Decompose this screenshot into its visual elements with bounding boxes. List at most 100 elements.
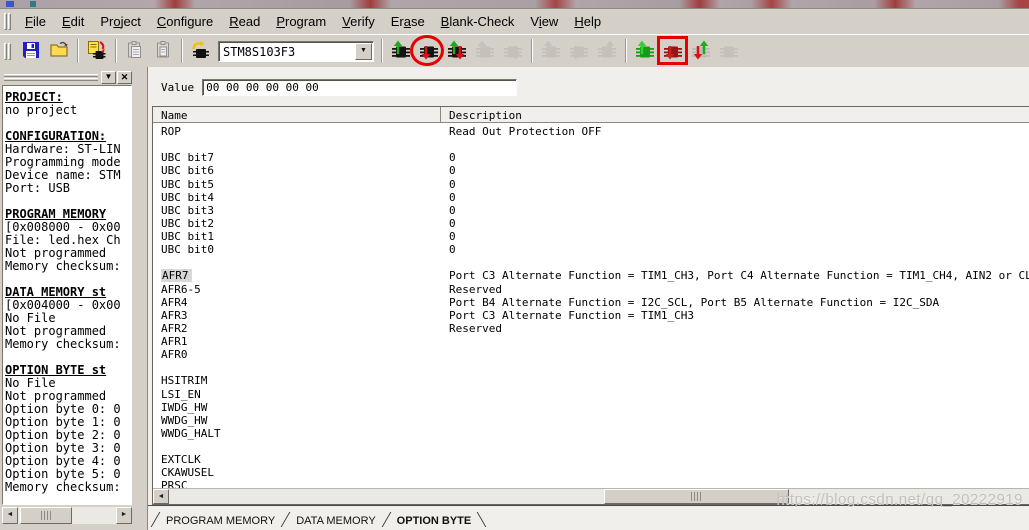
row-name: AFR3 (161, 308, 188, 322)
read-all-tabs-icon (541, 40, 561, 63)
workspace: ▼ ✕ PROJECT: no project CONFIGURATION: Hard… (0, 67, 1029, 530)
table-row[interactable]: UBC bit6 0 (153, 164, 1029, 177)
pane-menu-button[interactable]: ▼ (101, 70, 116, 84)
open-button[interactable] (46, 38, 72, 64)
sidebar-horizontal-scrollbar[interactable]: ◄ ► (2, 507, 132, 524)
read-all-tabs-button (538, 38, 564, 64)
option-byte-rows: ROP Read Out Protection OFF UBC bit7 0 UBC b… (153, 123, 1029, 488)
table-row[interactable]: CKAWUSEL (153, 466, 1029, 479)
row-name: IWDG_HW (161, 400, 208, 414)
row-name-cell: UBC bit5 (153, 178, 441, 191)
table-row[interactable]: UBC bit2 0 (153, 217, 1029, 230)
menu-read[interactable]: Read (221, 11, 268, 32)
row-name: UBC bit3 (161, 203, 214, 217)
table-row[interactable]: UBC bit5 0 (153, 178, 1029, 191)
tab-data-memory[interactable]: DATA MEMORY (290, 514, 381, 527)
save-button[interactable] (18, 38, 44, 64)
verify-current-tab-button[interactable] (444, 38, 470, 64)
row-name: HSITRIM (161, 374, 208, 388)
table-row[interactable]: AFR6-5 Reserved (153, 283, 1029, 296)
program-current-tab-button[interactable] (410, 35, 444, 66)
scroll-right-arrow[interactable]: ► (116, 507, 132, 524)
stvp-app-window: File Edit Project Configure Read Program Verif… (0, 0, 1029, 530)
read-current-tab-button[interactable] (388, 38, 414, 64)
pane-close-button[interactable]: ✕ (117, 70, 132, 84)
table-row[interactable]: ROP Read Out Protection OFF (153, 125, 1029, 138)
table-row[interactable]: AFR2 Reserved (153, 322, 1029, 335)
menu-file[interactable]: File (17, 11, 54, 32)
table-row[interactable]: UBC bit7 0 (153, 151, 1029, 164)
row-name: AFR0 (161, 348, 188, 362)
menu-help[interactable]: Help (566, 11, 609, 32)
table-row[interactable]: UBC bit0 0 (153, 243, 1029, 256)
pane-grip-handle[interactable] (2, 73, 100, 82)
column-header-description[interactable]: Description (441, 107, 1029, 122)
table-row[interactable]: AFR4 Port B4 Alternate Function = I2C_SCL… (153, 296, 1029, 309)
row-name: AFR1 (161, 335, 188, 348)
table-row[interactable]: UBC bit3 0 (153, 204, 1029, 217)
table-row[interactable]: AFR0 (153, 348, 1029, 361)
row-name-cell: WWDG_HW (153, 414, 441, 427)
table-row[interactable]: AFR7 Port C3 Alternate Function = TIM1_CH… (153, 269, 1029, 283)
table-row[interactable]: UBC bit1 0 (153, 230, 1029, 243)
table-row[interactable]: UBC bit4 0 (153, 191, 1029, 204)
table-row[interactable]: LSI_EN (153, 388, 1029, 401)
option-byte-view: Value Name Description ROP Read Out Prote… (147, 67, 1029, 530)
column-header-name[interactable]: Name (153, 107, 441, 122)
table-row[interactable]: PRSC (153, 479, 1029, 488)
value-label: Value (161, 81, 195, 94)
table-row[interactable]: IWDG_HW (153, 401, 1029, 414)
table-row (153, 138, 1029, 151)
menu-configure[interactable]: Configure (149, 11, 221, 32)
combo-dropdown-button[interactable]: ▼ (355, 42, 372, 60)
value-input[interactable] (202, 79, 518, 96)
table-row[interactable]: WWDG_HW (153, 414, 1029, 427)
section-line: no project (5, 103, 78, 117)
program-verify-button[interactable] (688, 38, 714, 64)
read-current-tab-icon (391, 40, 411, 63)
row-description (441, 348, 1029, 361)
table-row[interactable]: AFR1 (153, 335, 1029, 348)
menu-view[interactable]: View (522, 11, 566, 32)
menu-erase[interactable]: Erase (383, 11, 433, 32)
status-section-configuration: CONFIGURATION: Hardware: ST-LIN Programmin… (5, 130, 131, 195)
option-byte-table: Name Description ROP Read Out Protection … (152, 106, 1029, 505)
device-select[interactable]: STM8S103F3 ▼ (218, 40, 374, 62)
row-name-cell: UBC bit1 (153, 230, 441, 243)
scrollbar-track[interactable] (72, 507, 116, 524)
menu-blank-check[interactable]: Blank-Check (433, 11, 523, 32)
pane-splitter[interactable] (135, 67, 147, 530)
menu-bar: File Edit Project Configure Read Program Verif… (0, 9, 1029, 34)
table-row[interactable]: EXTCLK (153, 453, 1029, 466)
row-description: Reserved (449, 282, 502, 296)
menu-edit[interactable]: Edit (54, 11, 92, 32)
toolbar-grip-handle[interactable] (4, 42, 12, 60)
table-row[interactable]: AFR3 Port C3 Alternate Function = TIM1_CH… (153, 309, 1029, 322)
scroll-left-arrow[interactable]: ◄ (153, 489, 169, 504)
scroll-left-arrow[interactable]: ◄ (2, 507, 18, 524)
select-device-icon (191, 40, 211, 63)
row-description (441, 414, 1029, 427)
menubar-grip-handle[interactable] (4, 12, 12, 30)
tab-program-memory[interactable]: PROGRAM MEMORY (160, 514, 281, 527)
scrollbar-thumb[interactable] (20, 507, 72, 524)
verify-all-tabs-icon (597, 40, 617, 63)
row-name: WWDG_HALT (161, 426, 221, 440)
row-description: 0 (449, 243, 456, 257)
row-name: UBC bit0 (161, 243, 214, 257)
toolbar-separator (115, 39, 117, 63)
program-option-bytes-button[interactable] (657, 36, 688, 65)
table-row[interactable]: WWDG_HALT (153, 427, 1029, 440)
menu-program[interactable]: Program (268, 11, 334, 32)
row-name-cell: WWDG_HALT (153, 427, 441, 440)
auto-session-button[interactable] (632, 38, 658, 64)
program-current-file-button[interactable] (84, 38, 110, 64)
select-device-button[interactable] (188, 38, 214, 64)
thumb-grip-icon (691, 492, 702, 501)
menu-project[interactable]: Project (92, 11, 148, 32)
menu-verify[interactable]: Verify (334, 11, 383, 32)
tab-option-byte[interactable]: OPTION BYTE (391, 514, 478, 527)
table-row[interactable]: HSITRIM (153, 374, 1029, 387)
scrollbar-thumb[interactable] (604, 489, 789, 504)
erase-button (472, 38, 498, 64)
